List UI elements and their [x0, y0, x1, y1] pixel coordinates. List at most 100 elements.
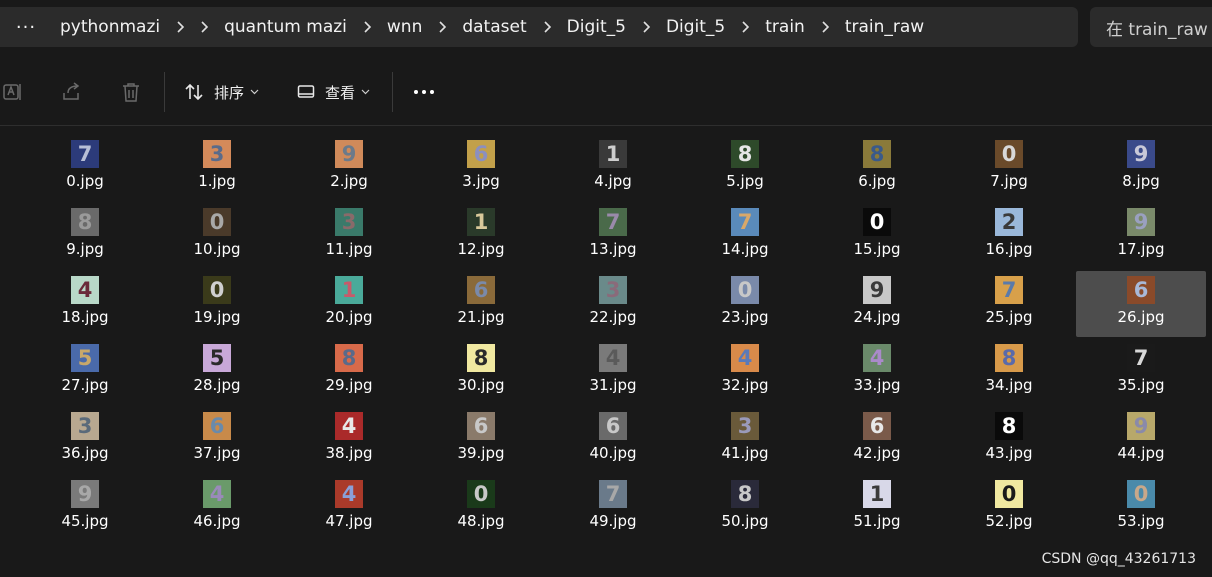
- watermark: CSDN @qq_43261713: [1041, 551, 1196, 567]
- file-thumbnail: 4: [71, 276, 99, 304]
- file-item[interactable]: 4 32.jpg: [679, 338, 811, 406]
- chevron-right-icon[interactable]: [430, 21, 454, 33]
- breadcrumb-item[interactable]: dataset: [454, 17, 534, 37]
- file-item[interactable]: 1 51.jpg: [811, 474, 943, 542]
- breadcrumb-item[interactable]: quantum mazi: [216, 17, 355, 37]
- breadcrumb-item[interactable]: train_raw: [837, 17, 932, 37]
- file-item[interactable]: 4 33.jpg: [811, 338, 943, 406]
- file-item[interactable]: 0 10.jpg: [151, 202, 283, 270]
- file-item[interactable]: 3 11.jpg: [283, 202, 415, 270]
- file-item[interactable]: 4 47.jpg: [283, 474, 415, 542]
- chevron-right-icon[interactable]: [535, 21, 559, 33]
- file-item[interactable]: 6 21.jpg: [415, 270, 547, 338]
- file-item[interactable]: 3 41.jpg: [679, 406, 811, 474]
- file-item[interactable]: 4 38.jpg: [283, 406, 415, 474]
- file-item[interactable]: 6 42.jpg: [811, 406, 943, 474]
- file-item[interactable]: 6 37.jpg: [151, 406, 283, 474]
- file-item[interactable]: 0 15.jpg: [811, 202, 943, 270]
- chevron-right-icon[interactable]: [733, 21, 757, 33]
- file-name: 6.jpg: [858, 172, 896, 190]
- file-name: 46.jpg: [193, 512, 241, 530]
- chevron-right-icon[interactable]: [192, 21, 216, 33]
- file-thumbnail: 5: [71, 344, 99, 372]
- file-item[interactable]: 4 18.jpg: [19, 270, 151, 338]
- file-item[interactable]: 8 6.jpg: [811, 134, 943, 202]
- file-item[interactable]: 5 28.jpg: [151, 338, 283, 406]
- file-item[interactable]: 3 22.jpg: [547, 270, 679, 338]
- file-item[interactable]: 4 46.jpg: [151, 474, 283, 542]
- file-item[interactable]: 8 29.jpg: [283, 338, 415, 406]
- rename-icon: [3, 84, 21, 100]
- trash-icon: [123, 83, 139, 102]
- file-item[interactable]: 0 19.jpg: [151, 270, 283, 338]
- file-item[interactable]: 8 50.jpg: [679, 474, 811, 542]
- file-item[interactable]: 8 9.jpg: [19, 202, 151, 270]
- view-button[interactable]: 查看: [297, 70, 370, 114]
- see-more-button[interactable]: [413, 70, 435, 114]
- file-item[interactable]: 6 26.jpg: [1075, 270, 1207, 338]
- file-item[interactable]: 7 0.jpg: [19, 134, 151, 202]
- file-item[interactable]: 0 23.jpg: [679, 270, 811, 338]
- file-item[interactable]: 8 5.jpg: [679, 134, 811, 202]
- file-item[interactable]: 0 48.jpg: [415, 474, 547, 542]
- file-item[interactable]: 1 20.jpg: [283, 270, 415, 338]
- file-item[interactable]: 9 45.jpg: [19, 474, 151, 542]
- file-item[interactable]: 3 36.jpg: [19, 406, 151, 474]
- file-name: 7.jpg: [990, 172, 1028, 190]
- file-item[interactable]: 9 44.jpg: [1075, 406, 1207, 474]
- file-item[interactable]: 6 40.jpg: [547, 406, 679, 474]
- sort-button[interactable]: 排序: [184, 70, 259, 114]
- toolbar-divider: [392, 72, 393, 112]
- file-item[interactable]: 5 27.jpg: [19, 338, 151, 406]
- chevron-right-icon[interactable]: [813, 21, 837, 33]
- file-item[interactable]: 2 16.jpg: [943, 202, 1075, 270]
- rename-button[interactable]: [2, 70, 24, 114]
- file-item[interactable]: 8 43.jpg: [943, 406, 1075, 474]
- file-item[interactable]: 9 17.jpg: [1075, 202, 1207, 270]
- file-item[interactable]: 8 34.jpg: [943, 338, 1075, 406]
- address-bar[interactable]: ··· pythonmazi quantum mazi wnn dataset Digi…: [0, 7, 1078, 47]
- file-item[interactable]: 1 12.jpg: [415, 202, 547, 270]
- file-name: 18.jpg: [61, 308, 109, 326]
- file-item[interactable]: 6 3.jpg: [415, 134, 547, 202]
- chevron-right-icon[interactable]: [168, 21, 192, 33]
- file-thumbnail: 3: [203, 140, 231, 168]
- file-name: 40.jpg: [589, 444, 637, 462]
- share-button[interactable]: [60, 70, 82, 114]
- chevron-right-icon[interactable]: [355, 21, 379, 33]
- file-item[interactable]: 6 39.jpg: [415, 406, 547, 474]
- file-thumbnail: 6: [467, 412, 495, 440]
- file-item[interactable]: 9 2.jpg: [283, 134, 415, 202]
- breadcrumb-item[interactable]: Digit_5: [559, 17, 634, 37]
- file-item[interactable]: 7 25.jpg: [943, 270, 1075, 338]
- breadcrumb-item[interactable]: train: [757, 17, 813, 37]
- file-item[interactable]: 3 1.jpg: [151, 134, 283, 202]
- file-item[interactable]: 0 52.jpg: [943, 474, 1075, 542]
- file-name: 49.jpg: [589, 512, 637, 530]
- file-item[interactable]: 1 4.jpg: [547, 134, 679, 202]
- delete-button[interactable]: [120, 70, 142, 114]
- file-item[interactable]: 8 30.jpg: [415, 338, 547, 406]
- file-item[interactable]: 0 53.jpg: [1075, 474, 1207, 542]
- breadcrumb-item[interactable]: pythonmazi: [52, 17, 168, 37]
- file-name: 38.jpg: [325, 444, 373, 462]
- file-item[interactable]: 7 13.jpg: [547, 202, 679, 270]
- file-thumbnail: 5: [203, 344, 231, 372]
- file-name: 14.jpg: [721, 240, 769, 258]
- file-item[interactable]: 7 35.jpg: [1075, 338, 1207, 406]
- more-breadcrumbs-button[interactable]: ···: [0, 17, 52, 38]
- file-name: 24.jpg: [853, 308, 901, 326]
- file-item[interactable]: 7 14.jpg: [679, 202, 811, 270]
- file-item[interactable]: 4 31.jpg: [547, 338, 679, 406]
- breadcrumb-item[interactable]: Digit_5: [658, 17, 733, 37]
- sort-label: 排序: [214, 83, 245, 102]
- chevron-right-icon[interactable]: [634, 21, 658, 33]
- search-input[interactable]: 在 train_raw 中: [1090, 7, 1212, 47]
- file-thumbnail: 9: [1127, 140, 1155, 168]
- file-thumbnail: 3: [71, 412, 99, 440]
- breadcrumb-item[interactable]: wnn: [379, 17, 430, 37]
- file-item[interactable]: 9 24.jpg: [811, 270, 943, 338]
- file-item[interactable]: 9 8.jpg: [1075, 134, 1207, 202]
- file-item[interactable]: 0 7.jpg: [943, 134, 1075, 202]
- file-item[interactable]: 7 49.jpg: [547, 474, 679, 542]
